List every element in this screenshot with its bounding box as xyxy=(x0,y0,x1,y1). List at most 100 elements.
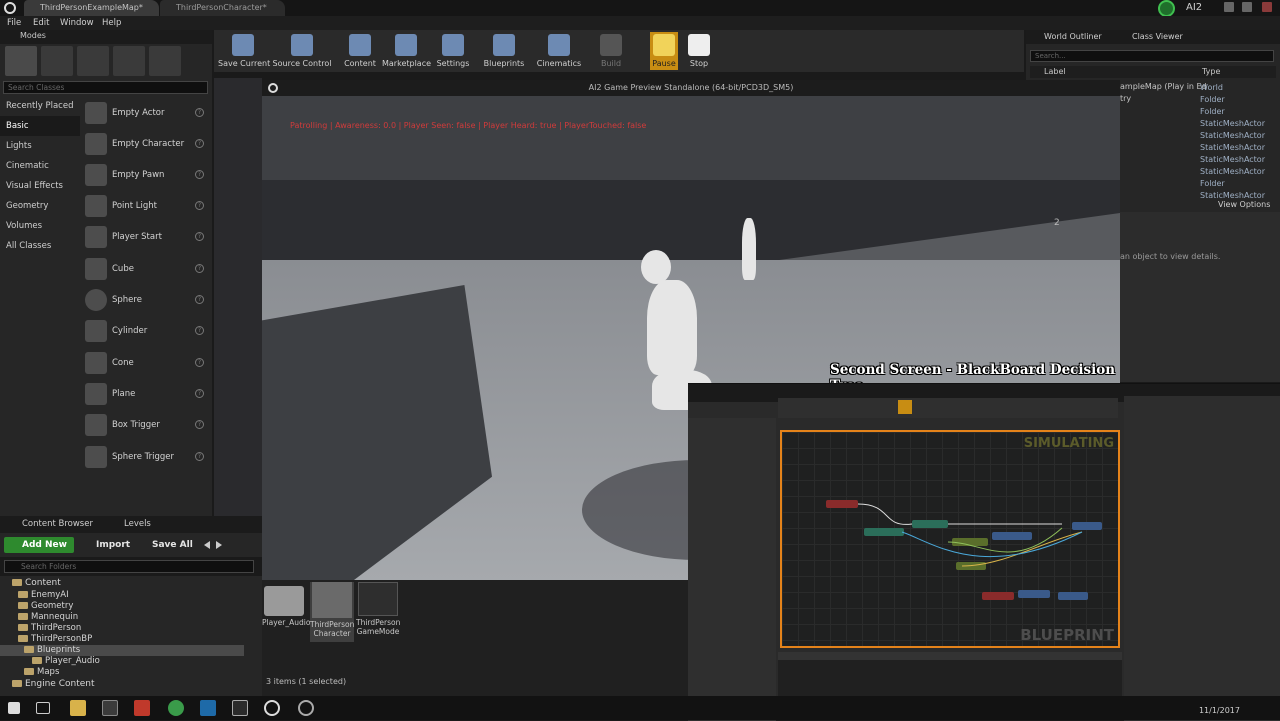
column-type[interactable]: Type xyxy=(1202,66,1220,78)
help-icon[interactable]: ? xyxy=(195,295,204,304)
tree-item[interactable]: ThirdPerson xyxy=(0,623,244,634)
search-classes-input[interactable]: Search Classes xyxy=(3,81,208,94)
chrome-icon[interactable] xyxy=(168,700,184,716)
task-view-icon[interactable] xyxy=(36,702,50,714)
cinematics-button[interactable]: Cinematics xyxy=(536,32,582,70)
content-button[interactable]: Content xyxy=(340,32,380,70)
tab-content-browser[interactable]: Content Browser xyxy=(2,516,93,533)
tree-item[interactable]: Maps xyxy=(0,667,244,678)
place-item[interactable]: Empty Pawn? xyxy=(82,160,208,190)
tab-character[interactable]: ThirdPersonCharacter* xyxy=(160,0,285,16)
app-icon[interactable] xyxy=(102,700,118,716)
tab-world-outliner[interactable]: World Outliner xyxy=(1026,30,1102,44)
help-icon[interactable]: ? xyxy=(195,326,204,335)
place-item[interactable]: Cylinder? xyxy=(82,316,208,346)
help-icon[interactable]: ? xyxy=(195,232,204,241)
tab-map[interactable]: ThirdPersonExampleMap* xyxy=(24,0,159,16)
file-explorer-icon[interactable] xyxy=(70,700,86,716)
category-basic[interactable]: Basic xyxy=(0,116,80,136)
tree-item[interactable]: Geometry xyxy=(0,601,244,612)
column-label[interactable]: Label xyxy=(1044,66,1066,78)
place-item[interactable]: Point Light? xyxy=(82,191,208,221)
asset-tile[interactable]: ThirdPerson GameMode xyxy=(356,582,400,642)
menu-window[interactable]: Window xyxy=(60,16,94,30)
app-icon[interactable] xyxy=(298,700,314,716)
marketplace-button[interactable]: Marketplace xyxy=(382,32,431,70)
menu-file[interactable]: File xyxy=(7,16,21,30)
pause-icon[interactable] xyxy=(898,400,912,414)
pause-button[interactable]: Pause xyxy=(650,32,678,70)
maximize-button[interactable] xyxy=(1242,2,1252,12)
event-graph[interactable]: SIMULATING BLUEPRINT xyxy=(780,430,1120,648)
place-item[interactable]: Plane? xyxy=(82,379,208,409)
place-item[interactable]: Player Start? xyxy=(82,222,208,252)
asset-tile[interactable]: ThirdPerson Character xyxy=(310,582,354,642)
search-folders-input[interactable]: Search Folders xyxy=(4,560,254,573)
geometry-mode-icon[interactable] xyxy=(149,46,181,76)
unreal-editor-icon[interactable] xyxy=(264,700,280,716)
place-item[interactable]: Empty Character? xyxy=(82,129,208,159)
category-geometry[interactable]: Geometry xyxy=(0,196,80,216)
paint-mode-icon[interactable] xyxy=(41,46,73,76)
tree-item[interactable]: Blueprints xyxy=(0,645,244,656)
category-volumes[interactable]: Volumes xyxy=(0,216,80,236)
category-recently-placed[interactable]: Recently Placed xyxy=(0,96,80,116)
help-icon[interactable]: ? xyxy=(195,108,204,117)
menu-help[interactable]: Help xyxy=(102,16,121,30)
import-button[interactable]: Import xyxy=(96,537,130,553)
tree-item[interactable]: Player_Audio xyxy=(0,656,244,667)
epic-games-icon[interactable] xyxy=(232,700,248,716)
category-lights[interactable]: Lights xyxy=(0,136,80,156)
help-icon[interactable]: ? xyxy=(195,170,204,179)
place-item[interactable]: Sphere Trigger? xyxy=(82,442,208,472)
stop-button[interactable]: Stop xyxy=(686,32,712,70)
app-icon[interactable] xyxy=(134,700,150,716)
help-icon[interactable]: ? xyxy=(195,420,204,429)
modes-tab[interactable]: Modes xyxy=(0,30,212,44)
tree-item[interactable]: Engine Content xyxy=(0,679,244,690)
settings-button[interactable]: Settings xyxy=(436,32,470,70)
foliage-mode-icon[interactable] xyxy=(113,46,145,76)
help-icon[interactable]: ? xyxy=(195,264,204,273)
category-visual-effects[interactable]: Visual Effects xyxy=(0,176,80,196)
help-icon[interactable]: ? xyxy=(195,201,204,210)
tree-item[interactable]: Content xyxy=(0,578,244,589)
tab-levels[interactable]: Levels xyxy=(104,516,151,533)
back-arrow-icon[interactable] xyxy=(204,541,210,549)
view-options-button[interactable]: View Options xyxy=(1218,200,1270,209)
save-current-button[interactable]: Save Current xyxy=(218,32,270,70)
place-item[interactable]: Sphere? xyxy=(82,285,208,315)
add-new-button[interactable]: Add New xyxy=(4,537,74,553)
close-button[interactable] xyxy=(1262,2,1272,12)
start-icon[interactable] xyxy=(8,702,20,714)
help-icon[interactable]: ? xyxy=(195,358,204,367)
level-viewport[interactable] xyxy=(214,78,262,516)
save-all-button[interactable]: Save All xyxy=(152,537,193,553)
source-control-button[interactable]: Source Control xyxy=(272,32,332,70)
tree-item[interactable]: ThirdPersonBP xyxy=(0,634,244,645)
tab-class-viewer[interactable]: Class Viewer xyxy=(1114,30,1183,44)
help-icon[interactable]: ? xyxy=(195,452,204,461)
category-all-classes[interactable]: All Classes xyxy=(0,236,80,256)
category-cinematic[interactable]: Cinematic xyxy=(0,156,80,176)
place-item[interactable]: Box Trigger? xyxy=(82,410,208,440)
asset-tile[interactable]: Player_Audio xyxy=(262,582,310,642)
place-item[interactable]: Cube? xyxy=(82,254,208,284)
outliner-search-input[interactable]: Search... xyxy=(1030,50,1274,62)
place-item[interactable]: Cone? xyxy=(82,348,208,378)
outliner-label-fragment[interactable]: try xyxy=(1120,94,1131,103)
help-icon[interactable]: ? xyxy=(195,389,204,398)
minimize-button[interactable] xyxy=(1224,2,1234,12)
outliner-label-fragment[interactable]: ampleMap (Play in Ed xyxy=(1120,82,1207,91)
tree-item[interactable]: Mannequin xyxy=(0,612,244,623)
place-mode-icon[interactable] xyxy=(5,46,37,76)
menu-edit[interactable]: Edit xyxy=(33,16,49,30)
build-button[interactable]: Build xyxy=(596,32,626,70)
place-item[interactable]: Empty Actor? xyxy=(82,98,208,128)
tree-item[interactable]: EnemyAI xyxy=(0,590,244,601)
unreal-logo-icon[interactable] xyxy=(4,2,16,14)
landscape-mode-icon[interactable] xyxy=(77,46,109,76)
second-screen-blueprint-editor[interactable]: SIMULATING BLUEPRINT xyxy=(688,383,1280,721)
forward-arrow-icon[interactable] xyxy=(216,541,222,549)
help-icon[interactable]: ? xyxy=(195,139,204,148)
